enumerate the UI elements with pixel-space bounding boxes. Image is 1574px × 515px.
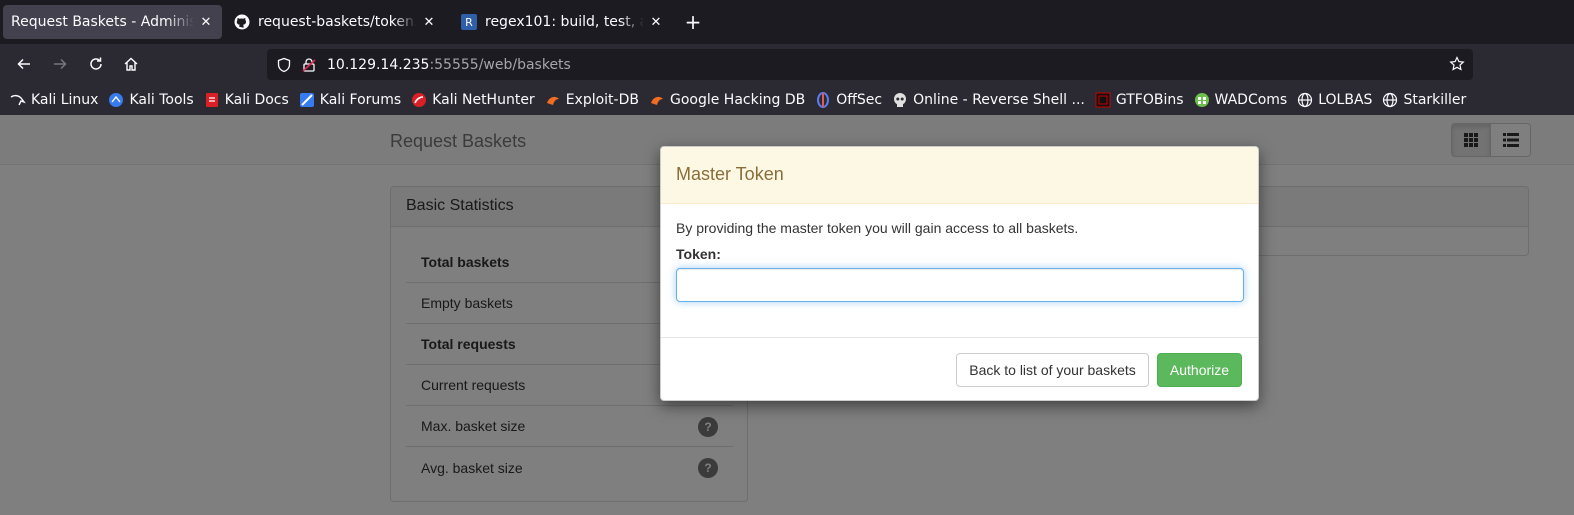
modal-title: Master Token xyxy=(661,147,1258,204)
navigation-toolbar: 10.129.14.235:55555/web/baskets xyxy=(0,44,1574,84)
bookmark-label: Online - Reverse Shell ... xyxy=(913,91,1085,108)
bookmark-star-icon[interactable] xyxy=(1449,56,1465,72)
tab-request-baskets[interactable]: Request Baskets - Administration ✕ xyxy=(3,5,222,39)
bookmark-starkiller[interactable]: Starkiller xyxy=(1382,92,1466,108)
gtfobins-icon xyxy=(1095,92,1111,108)
tab-regex101[interactable]: R regex101: build, test, and debug regex… xyxy=(453,5,672,39)
bookmark-label: LOLBAS xyxy=(1318,91,1373,108)
bookmark-exploit-db[interactable]: Exploit-DB xyxy=(545,92,639,108)
close-icon[interactable]: ✕ xyxy=(421,14,437,30)
bookmarks-toolbar: Kali Linux Kali Tools Kali Docs Kali For… xyxy=(0,84,1574,115)
tab-title: request-baskets/token.go at master xyxy=(258,14,417,30)
regex101-icon: R xyxy=(461,14,477,30)
new-tab-plus-icon[interactable]: + xyxy=(681,10,705,34)
kali-tools-icon xyxy=(108,92,124,108)
page-content: Request Baskets Basic Statistics Total b… xyxy=(0,115,1574,515)
globe-icon xyxy=(1382,92,1398,108)
svg-text:R: R xyxy=(465,16,473,29)
forward-arrow-icon[interactable] xyxy=(48,52,72,76)
globe-icon xyxy=(1297,92,1313,108)
bookmark-label: Starkiller xyxy=(1403,91,1467,108)
modal-body: By providing the master token you will g… xyxy=(661,204,1258,338)
modal-footer: Back to list of your baskets Authorize xyxy=(661,338,1258,400)
bookmark-label: Kali Forums xyxy=(319,91,402,108)
url-host: 10.129.14.235 xyxy=(327,56,430,73)
url-bar[interactable]: 10.129.14.235:55555/web/baskets xyxy=(267,49,1473,80)
github-icon xyxy=(234,14,250,30)
token-input[interactable] xyxy=(676,268,1244,302)
bookmark-kali-forums[interactable]: Kali Forums xyxy=(299,92,401,108)
bookmark-label: Kali Tools xyxy=(129,91,194,108)
bookmark-lolbas[interactable]: LOLBAS xyxy=(1297,92,1372,108)
modal-description: By providing the master token you will g… xyxy=(676,220,1079,236)
offsec-icon xyxy=(815,91,831,108)
bookmark-label: Exploit-DB xyxy=(565,91,639,108)
skull-icon xyxy=(892,92,908,108)
tab-title: Request Baskets - Administration xyxy=(11,14,194,30)
bookmark-label: Google Hacking DB xyxy=(669,91,806,108)
back-arrow-icon[interactable] xyxy=(12,52,36,76)
bookmark-label: Kali Linux xyxy=(31,91,99,108)
bookmark-kali-tools[interactable]: Kali Tools xyxy=(108,91,194,108)
close-icon[interactable]: ✕ xyxy=(648,14,664,30)
url-path: :55555/web/baskets xyxy=(429,56,571,73)
bookmark-label: Kali NetHunter xyxy=(432,91,535,108)
bookmark-kali-docs[interactable]: Kali Docs xyxy=(204,92,289,108)
kali-docs-icon xyxy=(204,92,220,108)
shield-icon[interactable] xyxy=(276,57,292,73)
bookmark-offsec[interactable]: OffSec xyxy=(815,91,883,108)
wadcoms-icon xyxy=(1194,92,1210,108)
bookmark-gtfobins[interactable]: GTFOBins xyxy=(1095,92,1184,108)
tab-title: regex101: build, test, and debug regex xyxy=(485,14,644,30)
bookmark-kali-linux[interactable]: Kali Linux xyxy=(10,92,98,108)
tab-github-token[interactable]: request-baskets/token.go at master ✕ xyxy=(226,5,445,39)
insecure-lock-icon[interactable] xyxy=(301,57,317,73)
bookmark-reverse-shell[interactable]: Online - Reverse Shell ... xyxy=(892,92,1085,108)
bookmark-wadcoms[interactable]: WADComs xyxy=(1194,91,1288,108)
url-text: 10.129.14.235:55555/web/baskets xyxy=(327,57,571,73)
ghdb-icon xyxy=(649,92,665,108)
bookmark-google-hacking-db[interactable]: Google Hacking DB xyxy=(649,92,805,108)
nethunter-icon xyxy=(411,92,427,108)
kali-dragon-icon xyxy=(10,92,26,108)
bookmark-kali-nethunter[interactable]: Kali NetHunter xyxy=(411,91,535,108)
tab-strip: Request Baskets - Administration ✕ reque… xyxy=(0,0,1574,44)
master-token-dialog: Master Token By providing the master tok… xyxy=(660,146,1259,401)
close-icon[interactable]: ✕ xyxy=(198,14,214,30)
exploitdb-icon xyxy=(545,92,561,108)
kali-forums-icon xyxy=(299,92,315,108)
bookmark-label: GTFOBins xyxy=(1115,91,1184,108)
bookmark-label: WADComs xyxy=(1214,91,1288,108)
token-label: Token: xyxy=(676,246,721,262)
reload-icon[interactable] xyxy=(84,52,108,76)
bookmark-label: OffSec xyxy=(836,91,883,108)
home-icon[interactable] xyxy=(119,52,143,76)
back-to-baskets-button[interactable]: Back to list of your baskets xyxy=(956,353,1149,387)
authorize-button[interactable]: Authorize xyxy=(1157,353,1242,387)
bookmark-label: Kali Docs xyxy=(224,91,289,108)
